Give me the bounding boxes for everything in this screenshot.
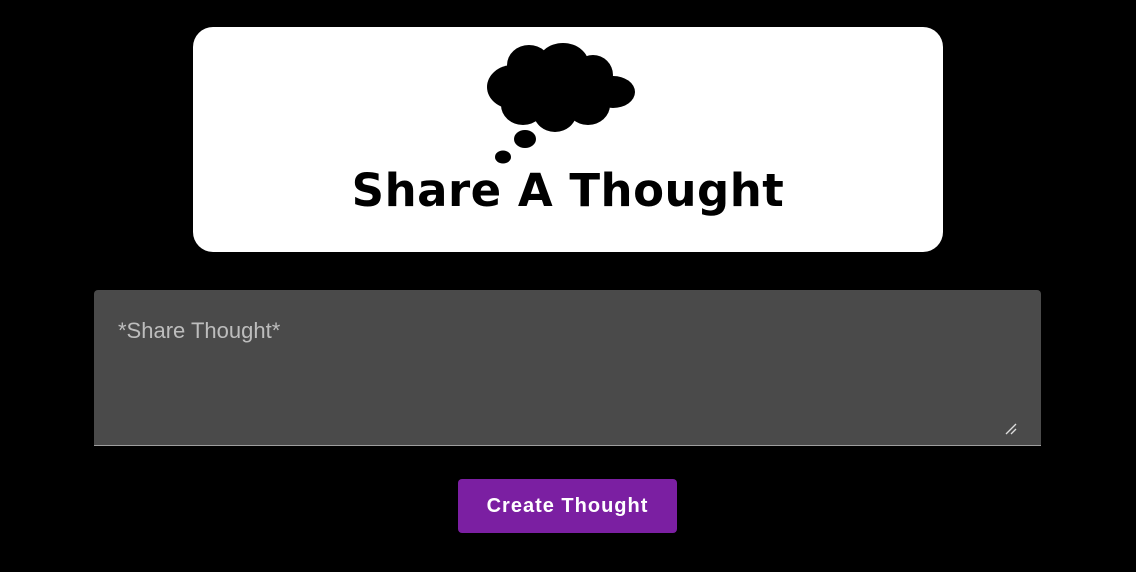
thought-input[interactable] <box>94 290 1041 445</box>
logo-title: Share A Thought <box>351 164 785 217</box>
thought-field[interactable] <box>94 290 1041 446</box>
page: Share A Thought Create Thought <box>0 0 1136 572</box>
logo-card: Share A Thought <box>193 27 943 252</box>
resize-handle-icon[interactable] <box>1003 421 1017 435</box>
create-thought-button[interactable]: Create Thought <box>458 479 677 533</box>
